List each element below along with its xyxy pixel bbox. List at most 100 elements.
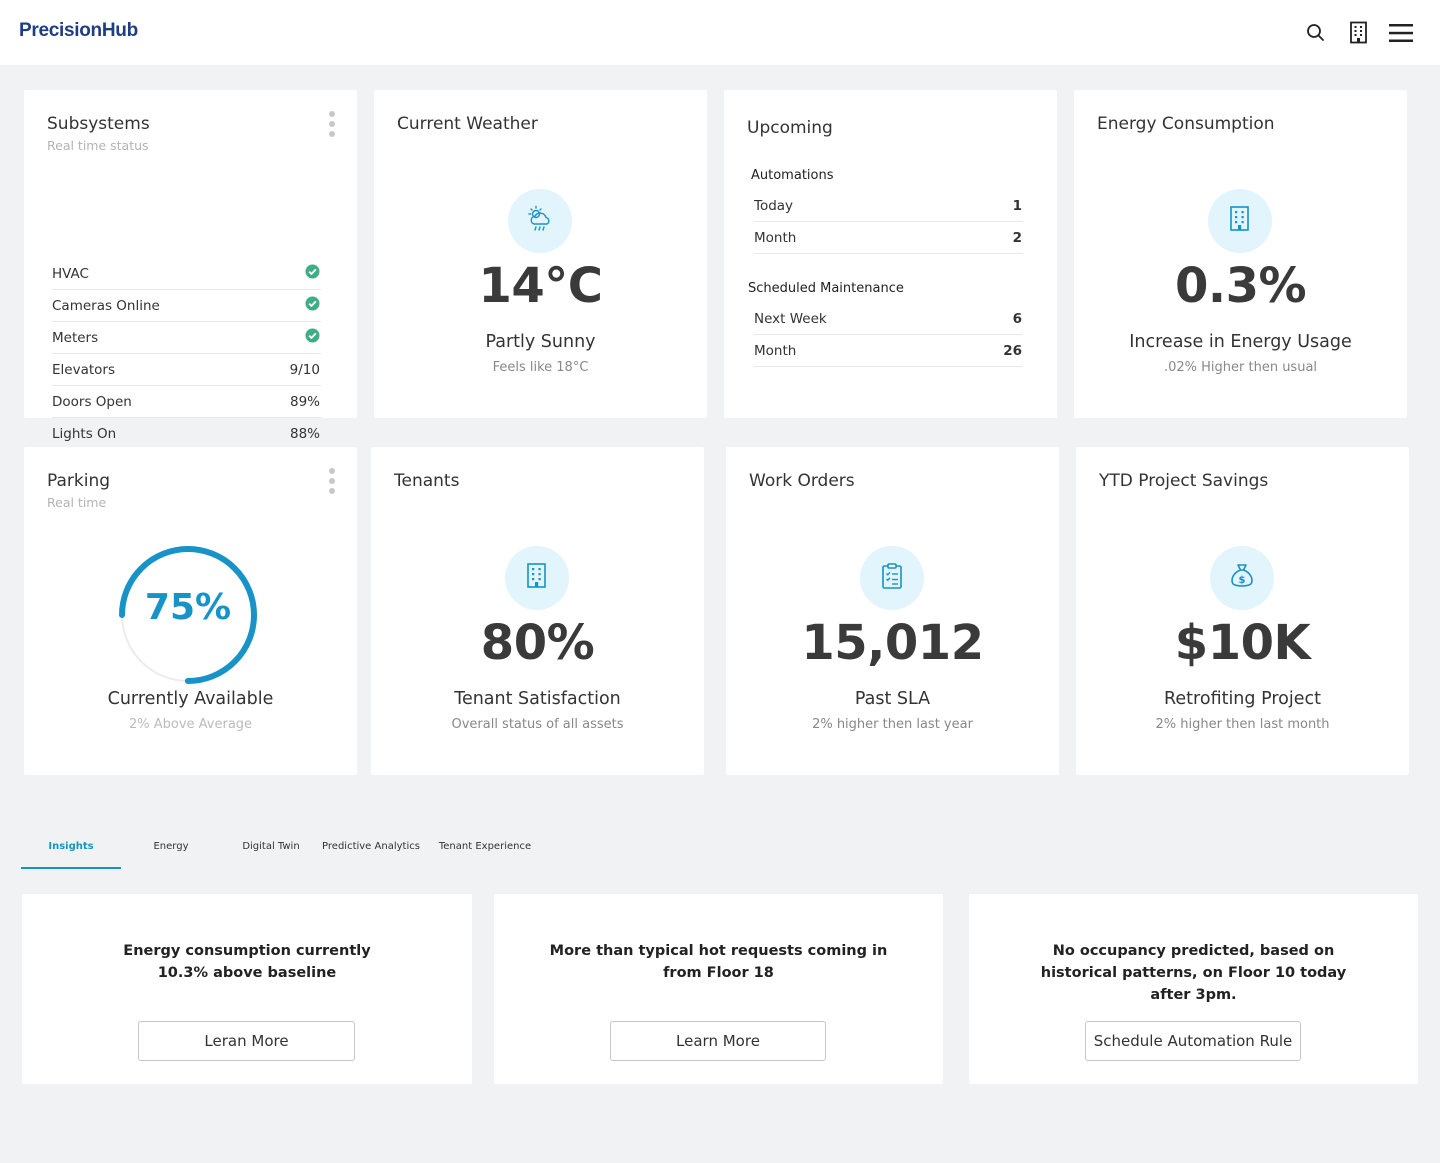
feels-like: Feels like 18°C xyxy=(492,360,589,375)
insight-text: No occupancy predicted, based on histori… xyxy=(1040,943,1347,1003)
row-label: Lights On xyxy=(52,425,117,442)
automations-label: Automations xyxy=(751,168,834,183)
work-orders-card: Work Orders 15,012 Past SLA 2% higher th… xyxy=(726,447,1059,775)
card-title: Tenants xyxy=(394,471,460,491)
row-label: Meters xyxy=(52,329,99,346)
building-icon[interactable] xyxy=(1349,21,1369,49)
tenants-sub: Overall status of all assets xyxy=(451,717,624,732)
automations-list: Today 1 Month 2 xyxy=(754,190,1023,254)
row-value: 89% xyxy=(289,393,320,410)
work-orders-sub: 2% higher then last year xyxy=(812,717,973,732)
tab-digital-twin[interactable]: Digital Twin xyxy=(221,825,321,869)
temperature-value: 14°C xyxy=(478,258,603,314)
list-item: Lights On 88% xyxy=(52,418,321,450)
savings-sub: 2% higher then last month xyxy=(1155,717,1330,732)
list-item: Month 26 xyxy=(754,335,1023,367)
svg-text:$: $ xyxy=(1239,575,1246,586)
row-value: 2 xyxy=(1012,229,1022,246)
savings-value: $10K xyxy=(1174,615,1311,671)
schedule-automation-button[interactable]: Schedule Automation Rule xyxy=(1085,1021,1301,1061)
tab-energy[interactable]: Energy xyxy=(121,825,221,869)
maintenance-label: Scheduled Maintenance xyxy=(748,281,904,296)
clipboard-icon xyxy=(880,562,904,594)
row-label: Next Week xyxy=(754,310,827,327)
insight-card: No occupancy predicted, based on histori… xyxy=(969,894,1418,1084)
row-value: 9/10 xyxy=(289,361,320,378)
insight-card: More than typical hot requests coming in… xyxy=(494,894,943,1084)
maintenance-list: Next Week 6 Month 26 xyxy=(754,303,1023,367)
card-title: Subsystems xyxy=(47,114,150,134)
energy-label: Increase in Energy Usage xyxy=(1129,332,1352,352)
row-value: 6 xyxy=(1012,310,1022,327)
tenants-label: Tenant Satisfaction xyxy=(454,689,621,709)
search-icon[interactable] xyxy=(1306,23,1326,47)
learn-more-button[interactable]: Learn More xyxy=(610,1021,826,1061)
parking-label: Currently Available xyxy=(107,689,274,709)
insight-card: Energy consumption currently 10.3% above… xyxy=(22,894,472,1084)
energy-icon-badge xyxy=(1208,189,1272,253)
card-title: Energy Consumption xyxy=(1097,114,1275,134)
learn-more-button[interactable]: Leran More xyxy=(138,1021,355,1061)
more-options-icon[interactable] xyxy=(329,468,335,496)
energy-card: Energy Consumption 0.3% Increase in Ener… xyxy=(1074,90,1407,418)
row-label: Cameras Online xyxy=(52,297,160,314)
check-circle-icon xyxy=(305,264,320,283)
savings-label: Retrofiting Project xyxy=(1164,689,1321,709)
tenants-card: Tenants 80% Tenant Satisfaction Overall … xyxy=(371,447,704,775)
weather-condition: Partly Sunny xyxy=(485,332,596,352)
list-item: Next Week 6 xyxy=(754,303,1023,335)
more-options-icon[interactable] xyxy=(329,111,335,139)
building-icon xyxy=(1228,205,1252,237)
row-label: Doors Open xyxy=(52,393,132,410)
card-title: Work Orders xyxy=(749,471,855,491)
list-item: Doors Open 89% xyxy=(52,386,321,418)
subsystems-card: Subsystems Real time status HVAC Cameras… xyxy=(24,90,357,450)
card-subtitle: Real time status xyxy=(47,138,149,153)
list-item: Elevators 9/10 xyxy=(52,354,321,386)
top-bar: PrecisionHub xyxy=(0,0,1440,65)
check-circle-icon xyxy=(305,296,320,315)
parking-percent: 75% xyxy=(144,587,232,628)
row-label: Month xyxy=(754,342,797,359)
work-orders-label: Past SLA xyxy=(854,689,931,709)
insight-text: Energy consumption currently 10.3% above… xyxy=(123,943,371,981)
row-label: Elevators xyxy=(52,361,115,378)
row-value: 88% xyxy=(289,425,320,442)
list-item: Meters xyxy=(52,322,321,354)
energy-value: 0.3% xyxy=(1174,258,1307,314)
parking-card: Parking Real time 75% Currently Availabl… xyxy=(24,447,357,775)
row-label: HVAC xyxy=(52,265,89,282)
row-label: Month xyxy=(754,229,797,246)
tab-predictive-analytics[interactable]: Predictive Analytics xyxy=(321,825,421,869)
list-item: Month 2 xyxy=(754,222,1023,254)
tenants-value: 80% xyxy=(480,615,595,671)
work-orders-value: 15,012 xyxy=(801,615,984,671)
tenants-icon-badge xyxy=(505,546,569,610)
list-item: HVAC xyxy=(52,258,321,290)
savings-icon-badge: $ xyxy=(1210,546,1274,610)
parking-sub: 2% Above Average xyxy=(128,717,253,732)
energy-sub: .02% Higher then usual xyxy=(1163,360,1318,375)
savings-card: YTD Project Savings $ $10K Retrofiting P… xyxy=(1076,447,1409,775)
card-title: Upcoming xyxy=(747,118,833,138)
check-circle-icon xyxy=(305,328,320,347)
hamburger-menu-icon[interactable] xyxy=(1389,23,1413,47)
cloud-sun-rain-icon xyxy=(525,204,555,238)
list-item: Cameras Online xyxy=(52,290,321,322)
insight-text: More than typical hot requests coming in… xyxy=(549,943,888,981)
list-item: Today 1 xyxy=(754,190,1023,222)
row-value: 26 xyxy=(1003,342,1022,359)
weather-card: Current Weather 14°C Partly Sunny Feels … xyxy=(374,90,707,418)
upcoming-card: Upcoming Automations Today 1 Month 2 Sched… xyxy=(724,90,1057,418)
subsystems-list: HVAC Cameras Online Meters Elevators 9/10… xyxy=(52,258,321,450)
card-title: Parking xyxy=(47,471,111,491)
tab-tenant-experience[interactable]: Tenant Experience xyxy=(431,825,539,869)
building-icon xyxy=(525,562,549,594)
card-title: Current Weather xyxy=(397,114,538,134)
tab-insights[interactable]: Insights xyxy=(21,825,121,869)
row-value: 1 xyxy=(1012,197,1022,214)
card-subtitle: Real time xyxy=(47,495,107,510)
work-orders-icon-badge xyxy=(860,546,924,610)
money-bag-icon: $ xyxy=(1228,562,1256,594)
app-logo[interactable]: PrecisionHub xyxy=(19,20,138,42)
